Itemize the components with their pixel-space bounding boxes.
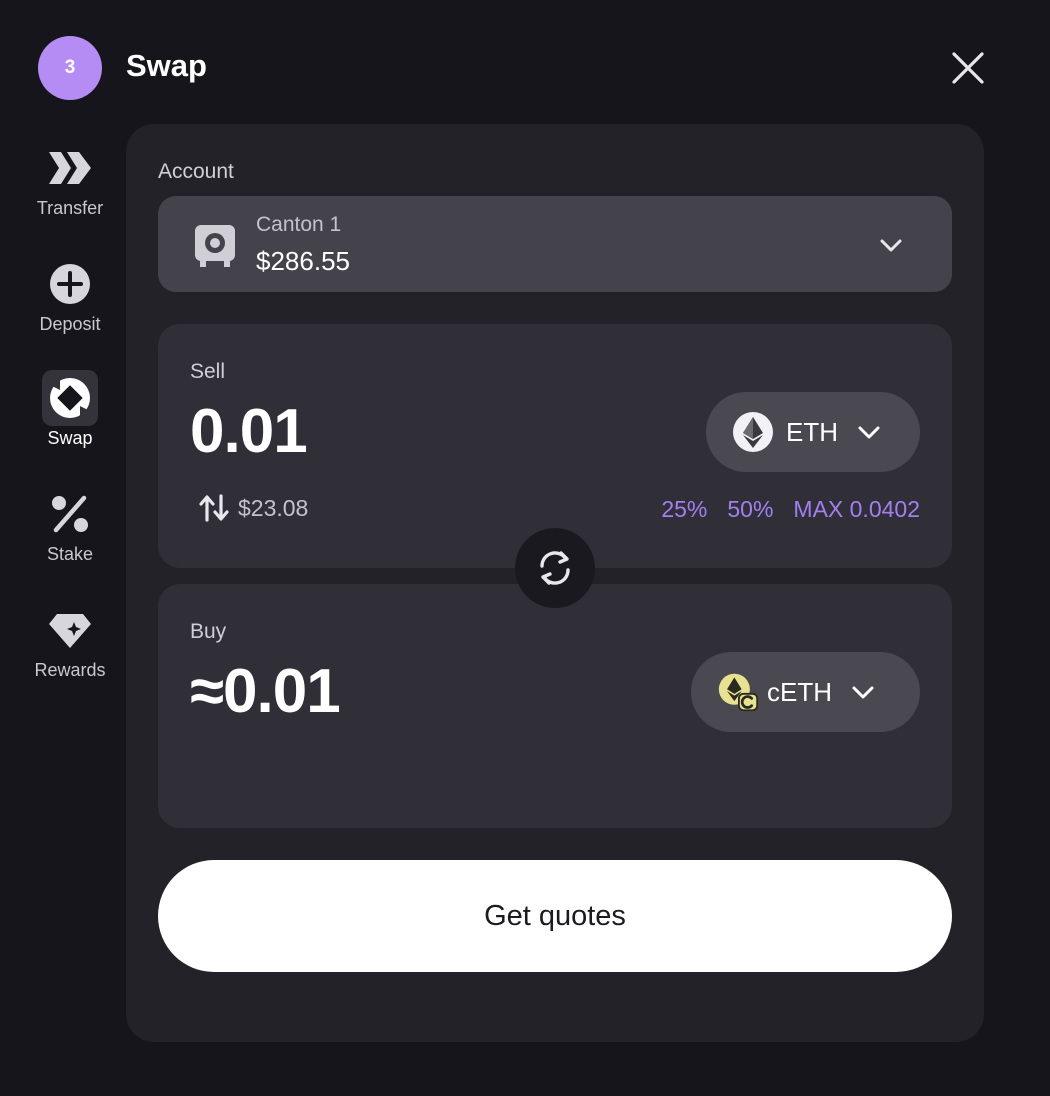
sidebar-item-transfer[interactable]: Transfer [0, 140, 140, 219]
sidebar-item-rewards[interactable]: Rewards [0, 602, 140, 681]
sidebar-item-label: Stake [46, 544, 94, 564]
sidebar-item-label: Transfer [36, 198, 104, 218]
chevron-down-icon [878, 232, 904, 263]
sell-label: Sell [190, 360, 226, 383]
buy-label: Buy [190, 620, 227, 643]
preset-max-button[interactable]: MAX 0.0402 [793, 496, 920, 523]
swap-icon [42, 370, 98, 426]
preset-50-button[interactable]: 50% [727, 496, 773, 523]
approx-symbol: ≈ [190, 657, 224, 726]
refresh-icon [540, 551, 570, 585]
sell-fiat-value: $23.08 [238, 494, 309, 521]
sell-token-symbol: ETH [786, 416, 838, 447]
account-name: Canton 1 [256, 213, 342, 236]
buy-token-select[interactable]: cETH [691, 652, 920, 732]
preset-25-button[interactable]: 25% [661, 496, 707, 523]
swap-vertical-icon [199, 494, 229, 522]
buy-card: Buy ≈0.01 cETH [158, 584, 952, 828]
diamond-icon [42, 602, 98, 658]
percent-icon [42, 486, 98, 542]
close-icon [952, 52, 984, 84]
plus-circle-icon [42, 256, 98, 312]
sell-amount-input[interactable]: 0.01 [190, 396, 308, 467]
currency-toggle[interactable]: $23.08 [198, 494, 308, 522]
eth-icon [733, 412, 773, 452]
buy-token-symbol: cETH [767, 676, 832, 707]
sidebar-item-label: Rewards [34, 660, 106, 680]
amount-presets: 25% 50% MAX 0.0402 [661, 496, 920, 523]
buy-amount-value: 0.01 [223, 657, 341, 726]
sidebar-item-label: Deposit [39, 314, 101, 334]
chevron-down-icon [852, 686, 874, 699]
page-title: Swap [126, 48, 207, 83]
sidebar-item-stake[interactable]: Stake [0, 486, 140, 565]
sell-token-select[interactable]: ETH [706, 392, 920, 472]
chevron-down-icon [858, 426, 880, 439]
account-select[interactable]: Canton 1 $286.55 [158, 196, 952, 292]
get-quotes-button[interactable]: Get quotes [158, 860, 952, 972]
swap-direction-button[interactable] [515, 528, 595, 608]
account-label: Account [158, 160, 234, 183]
buy-amount: ≈0.01 [190, 656, 341, 727]
sidebar-item-label: Swap [47, 428, 93, 448]
ceth-icon [718, 673, 759, 712]
safe-icon [194, 224, 236, 273]
sidebar-item-deposit[interactable]: Deposit [0, 256, 140, 335]
step-badge: 3 [38, 36, 102, 100]
close-button[interactable] [944, 44, 992, 92]
transfer-icon [42, 140, 98, 196]
account-balance: $286.55 [256, 246, 350, 276]
sidebar-item-swap[interactable]: Swap [0, 370, 140, 449]
